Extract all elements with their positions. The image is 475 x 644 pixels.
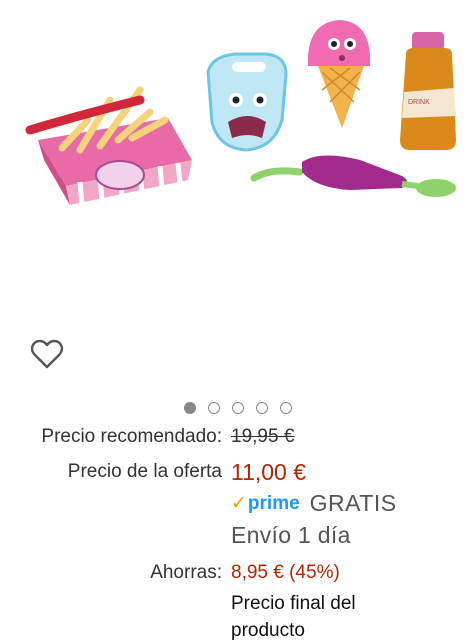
checkmark-icon: ✓ (231, 493, 247, 514)
ice-cream-illustration (307, 20, 371, 128)
final-price-line2: producto (231, 620, 305, 641)
add-to-wishlist-button[interactable] (30, 338, 64, 370)
delivery-time-text: Envío 1 día (231, 522, 351, 548)
carousel-dot[interactable] (231, 402, 244, 414)
carousel-dot[interactable] (279, 402, 292, 414)
prime-logo: ✓ prime (231, 492, 300, 515)
carousel-dot[interactable] (183, 402, 196, 414)
savings-value: 8,95 € (45%) (231, 562, 340, 583)
offer-price-label: Precio de la oferta (67, 461, 222, 482)
image-carousel-dots (0, 402, 475, 414)
free-shipping-text: GRATIS (309, 490, 397, 516)
product-image[interactable]: DRINK (0, 0, 475, 240)
spoon-illustration (250, 155, 456, 197)
carousel-dot[interactable] (255, 402, 268, 414)
bib-illustration (206, 52, 288, 152)
prime-text: prime (247, 493, 300, 514)
fries-box-illustration (25, 86, 192, 205)
offer-price-value: 11,00 € (231, 459, 307, 485)
recommended-price-label: Precio recomendado: (41, 426, 222, 447)
drink-bottle-illustration: DRINK (400, 32, 456, 150)
svg-text:DRINK: DRINK (408, 99, 430, 106)
carousel-dot[interactable] (207, 402, 220, 414)
savings-label: Ahorras: (150, 562, 222, 583)
heart-outline-icon (30, 339, 64, 369)
final-price-line1: Precio final del (231, 593, 356, 614)
recommended-price-value: 19,95 € (231, 426, 295, 447)
